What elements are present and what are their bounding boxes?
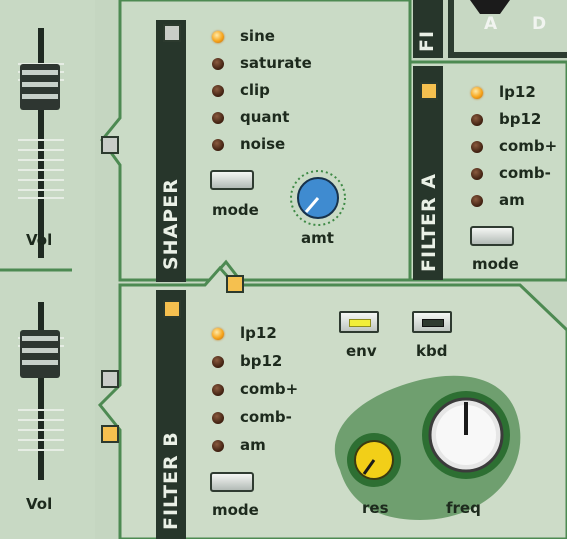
shaper-led-sine[interactable] xyxy=(212,31,224,43)
res-knob[interactable] xyxy=(350,436,398,484)
partial-section-title: FI xyxy=(416,29,438,52)
filter-a-led-comb-minus[interactable] xyxy=(471,168,483,180)
filter-b-led-am[interactable] xyxy=(212,440,224,452)
amt-label: amt xyxy=(301,229,334,247)
vol-label-2: Vol xyxy=(26,495,53,513)
route-button-3[interactable] xyxy=(101,425,119,443)
filter-a-led-lp12[interactable] xyxy=(471,87,483,99)
filter-b-mode-label: mode xyxy=(212,501,259,519)
filter-a-led-comb-plus[interactable] xyxy=(471,141,483,153)
shaper-mode-clip: clip xyxy=(240,81,270,99)
partial-letter-d: D xyxy=(532,14,547,34)
filter-b-led-lp12[interactable] xyxy=(212,328,224,340)
shaper-enable-button[interactable] xyxy=(163,24,181,42)
vol-label-1: Vol xyxy=(26,231,53,249)
kbd-button[interactable] xyxy=(412,311,452,333)
filter-b-led-bp12[interactable] xyxy=(212,356,224,368)
filter-a-mode-label: mode xyxy=(472,255,519,273)
filter-b-enable-button[interactable] xyxy=(163,300,181,318)
kbd-label: kbd xyxy=(416,342,448,360)
shaper-led-noise[interactable] xyxy=(212,139,224,151)
filter-a-mode-button[interactable] xyxy=(470,226,514,246)
env-button[interactable] xyxy=(339,311,379,333)
filter-b-type-lp12: lp12 xyxy=(240,324,277,342)
filter-a-type-comb-plus: comb+ xyxy=(499,137,558,155)
filter-a-type-lp12: lp12 xyxy=(499,83,536,101)
filter-a-type-bp12: bp12 xyxy=(499,110,542,128)
synth-panel: Vol Vol SHAPER sine saturate clip quant … xyxy=(0,0,567,539)
filter-b-mode-button[interactable] xyxy=(210,472,254,492)
route-button-1[interactable] xyxy=(101,136,119,154)
filter-b-type-bp12: bp12 xyxy=(240,352,283,370)
filter-a-title: FILTER A xyxy=(418,173,440,272)
shaper-mode-noise: noise xyxy=(240,135,286,153)
shaper-led-saturate[interactable] xyxy=(212,58,224,70)
shaper-mode-saturate: saturate xyxy=(240,54,312,72)
filter-b-type-am: am xyxy=(240,436,266,454)
env-label: env xyxy=(346,342,377,360)
partial-letter-a: A xyxy=(484,14,498,34)
route-button-2[interactable] xyxy=(101,370,119,388)
filter-a-led-bp12[interactable] xyxy=(471,114,483,126)
shaper-mode-sine: sine xyxy=(240,27,275,45)
vol-fader-1[interactable] xyxy=(16,28,66,260)
filter-b-type-comb-minus: comb- xyxy=(240,408,292,426)
kbd-indicator xyxy=(422,319,444,327)
shaper-title: SHAPER xyxy=(160,178,182,270)
filter-b-led-comb-minus[interactable] xyxy=(212,412,224,424)
vol-fader-2[interactable] xyxy=(16,300,66,482)
shaper-to-filter-b-button[interactable] xyxy=(226,275,244,293)
shaper-mode-button[interactable] xyxy=(210,170,254,190)
shaper-led-quant[interactable] xyxy=(212,112,224,124)
filter-b-title: FILTER B xyxy=(160,431,182,530)
filter-a-type-am: am xyxy=(499,191,525,209)
res-label: res xyxy=(362,499,389,517)
filter-b-type-comb-plus: comb+ xyxy=(240,380,299,398)
env-indicator xyxy=(349,319,371,327)
shaper-mode-quant: quant xyxy=(240,108,290,126)
amt-knob[interactable] xyxy=(291,171,345,225)
shaper-led-clip[interactable] xyxy=(212,85,224,97)
filter-a-led-am[interactable] xyxy=(471,195,483,207)
filter-a-enable-button[interactable] xyxy=(420,82,438,100)
freq-knob[interactable] xyxy=(426,395,506,475)
filter-a-type-comb-minus: comb- xyxy=(499,164,551,182)
filter-b-led-comb-plus[interactable] xyxy=(212,384,224,396)
shaper-mode-label: mode xyxy=(212,201,259,219)
freq-label: freq xyxy=(446,499,481,517)
